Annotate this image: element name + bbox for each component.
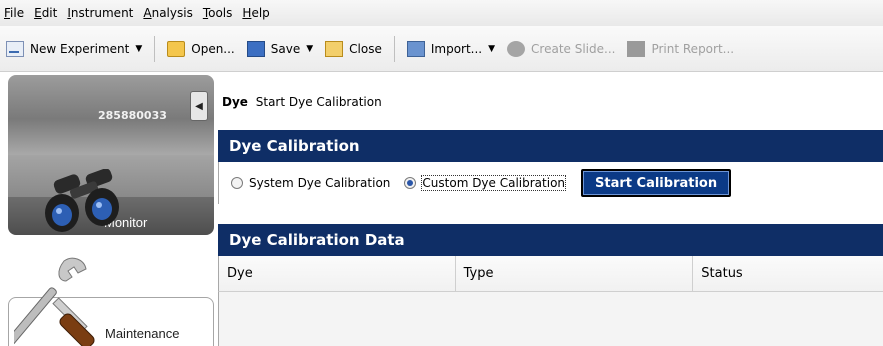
- collapse-nav-button[interactable]: ◀: [190, 91, 208, 121]
- save-label: Save: [270, 41, 301, 56]
- open-label: Open...: [191, 41, 235, 56]
- start-calibration-button[interactable]: Start Calibration: [581, 169, 732, 197]
- create-slide-button[interactable]: Create Slide...: [507, 40, 616, 57]
- print-report-label: Print Report...: [651, 41, 735, 56]
- toolbar-separator: [154, 35, 156, 62]
- chevron-down-icon[interactable]: ▼: [488, 44, 495, 54]
- menu-bar: File Edit Instrument Analysis Tools Help: [0, 0, 883, 26]
- print-report-button[interactable]: Print Report...: [627, 40, 735, 57]
- close-label: Close: [349, 41, 382, 56]
- radio-selected-icon: [404, 177, 417, 189]
- close-folder-icon: [325, 40, 344, 57]
- instrument-header: 285880033: [8, 75, 214, 155]
- slide-icon: [507, 40, 526, 57]
- instrument-id: 285880033: [98, 109, 167, 122]
- breadcrumb: Dye Start Dye Calibration: [222, 95, 382, 109]
- save-button[interactable]: Save ▼: [246, 40, 313, 57]
- column-header-dye[interactable]: Dye: [219, 256, 456, 291]
- menu-help[interactable]: Help: [242, 6, 269, 20]
- new-experiment-button[interactable]: New Experiment ▼: [6, 40, 142, 57]
- dye-calibration-data-panel: Dye Calibration Data Dye Type Status: [218, 224, 883, 346]
- table-header: Dye Type Status: [218, 256, 883, 292]
- radio-label: Custom Dye Calibration: [421, 175, 567, 191]
- maintenance-label: Maintenance: [105, 326, 180, 341]
- open-button[interactable]: Open...: [167, 40, 235, 57]
- custom-dye-calibration-radio[interactable]: Custom Dye Calibration: [404, 175, 567, 191]
- calibration-options: System Dye Calibration Custom Dye Calibr…: [218, 162, 883, 204]
- chevron-down-icon[interactable]: ▼: [135, 44, 142, 54]
- tools-icon: [14, 257, 95, 346]
- panel-title: Dye Calibration Data: [218, 224, 883, 256]
- toolbar: New Experiment ▼ Open... Save ▼ Close Im…: [0, 26, 883, 72]
- menu-file[interactable]: File: [4, 6, 24, 20]
- menu-analysis[interactable]: Analysis: [143, 6, 192, 20]
- printer-icon: [627, 40, 646, 57]
- save-icon: [246, 40, 265, 57]
- close-button[interactable]: Close: [325, 40, 382, 57]
- import-label: Import...: [430, 41, 483, 56]
- menu-edit[interactable]: Edit: [34, 6, 57, 20]
- radio-label: System Dye Calibration: [249, 176, 391, 190]
- breadcrumb-page: Start Dye Calibration: [255, 95, 382, 109]
- column-header-type[interactable]: Type: [456, 256, 694, 291]
- new-experiment-icon: [6, 40, 24, 57]
- chevron-down-icon[interactable]: ▼: [306, 44, 313, 54]
- menu-instrument[interactable]: Instrument: [67, 6, 133, 20]
- menu-tools[interactable]: Tools: [203, 6, 233, 20]
- left-navigation: 285880033 ◀ Monitor Maintenance: [0, 73, 215, 346]
- radio-icon: [231, 177, 243, 189]
- toolbar-separator: [393, 35, 395, 62]
- system-dye-calibration-radio[interactable]: System Dye Calibration: [231, 176, 390, 190]
- binoculars-icon: [45, 169, 119, 232]
- dye-calibration-panel: Dye Calibration System Dye Calibration C…: [218, 130, 883, 204]
- table-body: [218, 292, 883, 346]
- create-slide-label: Create Slide...: [531, 41, 616, 56]
- folder-open-icon: [167, 40, 186, 57]
- import-icon: [406, 40, 425, 57]
- import-button[interactable]: Import... ▼: [406, 40, 495, 57]
- chevron-left-icon: ◀: [195, 100, 203, 112]
- panel-title: Dye Calibration: [218, 130, 883, 162]
- column-header-status[interactable]: Status: [693, 256, 883, 291]
- breadcrumb-section: Dye: [222, 95, 248, 109]
- new-experiment-label: New Experiment: [30, 41, 130, 56]
